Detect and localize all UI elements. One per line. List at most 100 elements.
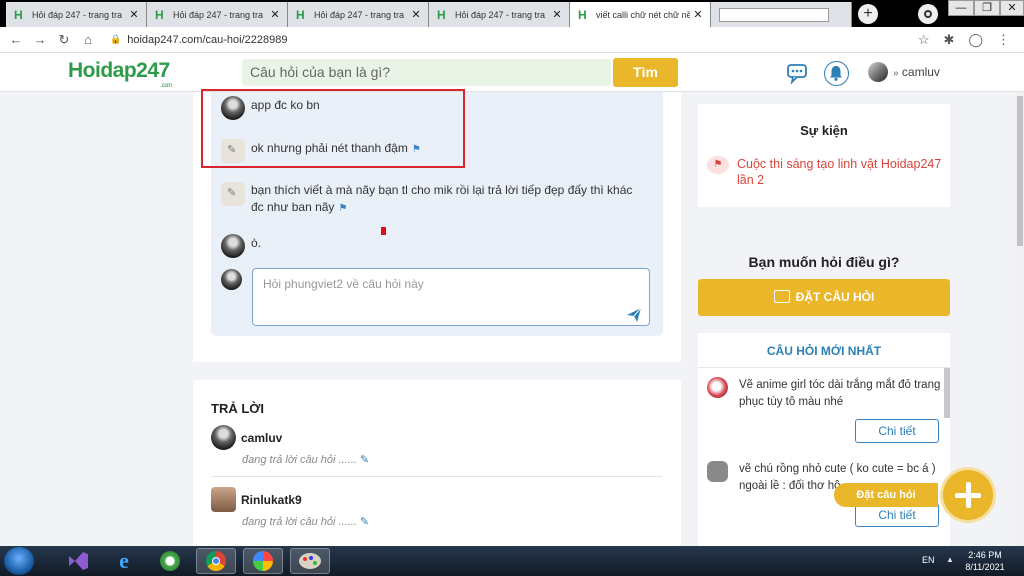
- pencil-icon: ✎: [359, 454, 370, 466]
- lock-icon: 🔒: [110, 34, 122, 44]
- answer-status-text: đang trả lời câu hỏi ......: [242, 516, 357, 528]
- pencil-icon: ✎: [359, 516, 370, 528]
- ask-question-button[interactable]: ĐẶT CÂU HỎI: [698, 279, 950, 316]
- logo-text: Hoidap247: [68, 59, 170, 82]
- user-menu[interactable]: » camluv: [893, 65, 940, 79]
- answerer: Rinlukatk9: [211, 487, 302, 512]
- bookmark-star-icon[interactable]: ☆: [918, 32, 930, 48]
- menu-kebab-icon[interactable]: ⋮: [997, 32, 1010, 48]
- search-input[interactable]: Câu hỏi của bạn là gì?: [242, 59, 611, 86]
- browser-profile-icon[interactable]: [918, 4, 938, 24]
- comment-content: bạn thích viết à mà nãy bạn tl cho mik r…: [251, 182, 646, 217]
- answerer-name[interactable]: Rinlukatk9: [241, 493, 302, 507]
- comment-reply-input[interactable]: Hỏi phungviet2 về câu hỏi này: [252, 268, 650, 326]
- answer-status: đang trả lời câu hỏi ...... ✎: [242, 453, 369, 466]
- forward-arrow-icon[interactable]: →: [28, 32, 52, 47]
- chevron-down-icon: »: [893, 68, 899, 79]
- asker-avatar: [707, 377, 728, 398]
- tray-expand-icon[interactable]: ▲: [946, 555, 954, 564]
- event-item[interactable]: ⚑ Cuộc thi sáng tạo linh vật Hoidap247 l…: [707, 156, 947, 188]
- hoidap-favicon-icon: H: [155, 7, 164, 22]
- scrollbar-thumb[interactable]: [1017, 96, 1023, 246]
- site-logo[interactable]: Hoidap247 .com: [68, 59, 172, 89]
- divider: [211, 476, 662, 477]
- notification-bell-icon[interactable]: [824, 61, 849, 86]
- question-detail-button[interactable]: Chi tiết: [855, 419, 939, 443]
- divider: [698, 367, 950, 368]
- home-icon[interactable]: ⌂: [76, 32, 100, 47]
- comment-item: ò.: [221, 234, 646, 258]
- tab-close-icon[interactable]: ✕: [690, 8, 706, 21]
- window-minimize-button[interactable]: —: [948, 0, 974, 16]
- extensions-puzzle-icon[interactable]: ✱: [944, 32, 955, 48]
- app-icon[interactable]: [243, 548, 283, 574]
- tab-close-icon[interactable]: ✕: [267, 8, 283, 21]
- latest-questions-title: CÂU HỎI MỚI NHẤT: [766, 344, 882, 358]
- event-link[interactable]: Cuộc thi sáng tạo linh vật Hoidap247 lần…: [737, 156, 947, 188]
- user-avatar[interactable]: [868, 62, 888, 82]
- send-icon[interactable]: [626, 307, 642, 323]
- question-item[interactable]: Vẽ anime girl tóc dài trắng mắt đỏ trang…: [707, 377, 943, 411]
- floating-add-button[interactable]: [943, 470, 993, 520]
- red-annotation-box: [201, 89, 465, 168]
- system-clock[interactable]: 2:46 PM 8/11/2021: [960, 549, 1010, 573]
- ask-button-label: ĐẶT CÂU HỎI: [795, 290, 875, 304]
- new-tab-button[interactable]: +: [858, 4, 878, 24]
- browser-tab[interactable]: H Hỏi đáp 247 - trang tra ✕: [288, 2, 429, 27]
- hoidap-favicon-icon: H: [296, 7, 305, 22]
- app-icon[interactable]: [150, 548, 190, 574]
- hoidap-favicon-icon: H: [578, 7, 587, 22]
- events-title: Sự kiện: [800, 123, 848, 138]
- tab-title: Hỏi đáp 247 - trang tra: [455, 9, 546, 20]
- sidebar-scrollbar[interactable]: [944, 368, 950, 418]
- language-indicator[interactable]: EN: [922, 555, 935, 565]
- answer-status-text: đang trả lời câu hỏi ......: [242, 454, 357, 466]
- answerer-avatar[interactable]: [211, 425, 236, 450]
- clock-date: 8/11/2021: [965, 562, 1005, 572]
- tab-close-icon[interactable]: ✕: [549, 8, 565, 21]
- tab-title: viết calli chữ nét chữ nề: [596, 9, 690, 20]
- address-bar[interactable]: 🔒 hoidap247.com/cau-hoi/2228989: [110, 34, 287, 46]
- back-arrow-icon[interactable]: ←: [4, 32, 28, 47]
- reload-icon[interactable]: ↻: [52, 32, 76, 48]
- internet-explorer-icon[interactable]: e: [104, 548, 144, 574]
- windows-taskbar: e: [0, 546, 1024, 576]
- browser-tab-strip: H Hỏi đáp 247 - trang tra ✕ H Hỏi đáp 24…: [0, 0, 1024, 27]
- tab-close-icon[interactable]: ✕: [126, 8, 142, 21]
- current-user-avatar: [221, 269, 242, 290]
- visual-studio-icon[interactable]: [58, 548, 98, 574]
- window-close-button[interactable]: ✕: [1000, 0, 1024, 16]
- answers-title: TRẢ LỜI: [211, 401, 264, 416]
- red-annotation-mark: [381, 227, 386, 235]
- header-username: camluv: [901, 65, 940, 79]
- tab-close-icon[interactable]: ✕: [408, 8, 424, 21]
- chat-icon[interactable]: [786, 62, 810, 84]
- browser-toolbar: ← → ↻ ⌂ 🔒 hoidap247.com/cau-hoi/2228989 …: [0, 27, 1024, 53]
- window-maximize-button[interactable]: ❐: [974, 0, 1000, 16]
- commenter-avatar[interactable]: [221, 182, 245, 206]
- profile-avatar-icon[interactable]: ◯: [968, 32, 983, 48]
- browser-tab[interactable]: H Hỏi đáp 247 - trang tra ✕: [429, 2, 570, 27]
- browser-tab-blank[interactable]: [711, 2, 852, 27]
- comment-item: bạn thích viết à mà nãy bạn tl cho mik r…: [221, 182, 646, 217]
- question-text[interactable]: Vẽ anime girl tóc dài trắng mắt đỏ trang…: [739, 377, 943, 411]
- browser-tab[interactable]: H Hỏi đáp 247 - trang tra ✕: [147, 2, 288, 27]
- hoidap-favicon-icon: H: [14, 7, 23, 22]
- chrome-icon[interactable]: [196, 548, 236, 574]
- comment-text: ò.: [251, 236, 262, 250]
- answer-status: đang trả lời câu hỏi ...... ✎: [242, 515, 369, 528]
- search-button[interactable]: Tìm: [613, 58, 678, 87]
- browser-tab-active[interactable]: H viết calli chữ nét chữ nề ✕: [570, 2, 711, 27]
- answerer-name[interactable]: camluv: [241, 431, 282, 445]
- tab-title: Hỏi đáp 247 - trang tra: [32, 9, 123, 20]
- paint-icon[interactable]: [290, 548, 330, 574]
- commenter-avatar[interactable]: [221, 234, 245, 258]
- floating-ask-label[interactable]: Đặt câu hỏi: [834, 483, 938, 507]
- answerer: camluv: [211, 425, 282, 450]
- page-scrollbar[interactable]: [1016, 92, 1024, 546]
- answerer-avatar[interactable]: [211, 487, 236, 512]
- report-flag-icon[interactable]: ⚑: [338, 203, 347, 214]
- browser-tab[interactable]: H Hỏi đáp 247 - trang tra ✕: [6, 2, 147, 27]
- windows-start-icon[interactable]: [4, 547, 34, 575]
- asker-avatar: [707, 461, 728, 482]
